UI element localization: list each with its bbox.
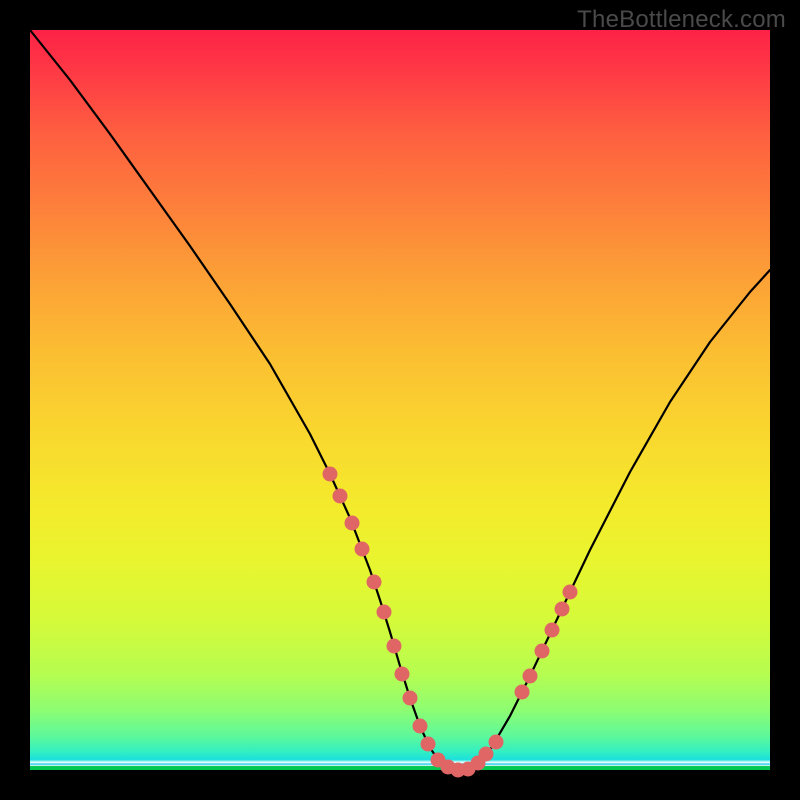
highlight-dot bbox=[403, 691, 418, 706]
highlight-dot bbox=[367, 575, 382, 590]
highlight-dot bbox=[345, 516, 360, 531]
plot-area bbox=[30, 30, 770, 770]
highlight-dot bbox=[333, 489, 348, 504]
curve-svg bbox=[30, 30, 770, 770]
chart-frame: TheBottleneck.com bbox=[0, 0, 800, 800]
highlight-dot bbox=[489, 735, 504, 750]
highlight-dot bbox=[355, 542, 370, 557]
highlight-dot bbox=[515, 685, 530, 700]
highlight-dot bbox=[421, 737, 436, 752]
highlight-dot bbox=[523, 669, 538, 684]
highlight-dots-group bbox=[323, 467, 578, 778]
highlight-dot bbox=[555, 602, 570, 617]
bottleneck-curve-path bbox=[30, 30, 770, 770]
highlight-dot bbox=[323, 467, 338, 482]
highlight-dot bbox=[387, 639, 402, 654]
highlight-dot bbox=[535, 644, 550, 659]
highlight-dot bbox=[413, 719, 428, 734]
highlight-dot bbox=[377, 605, 392, 620]
highlight-dot bbox=[479, 747, 494, 762]
highlight-dot bbox=[563, 585, 578, 600]
highlight-dot bbox=[545, 623, 560, 638]
highlight-dot bbox=[395, 667, 410, 682]
